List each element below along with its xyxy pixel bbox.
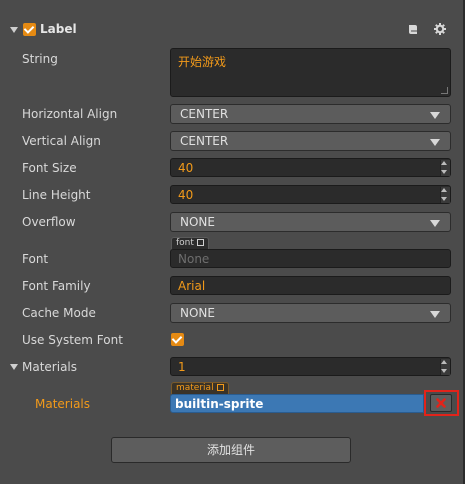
component-title: Label [40, 22, 77, 36]
font-family-input[interactable]: Arial [170, 276, 451, 295]
font-family-label: Font Family [22, 279, 91, 293]
font-size-stepper[interactable] [440, 160, 450, 176]
font-family-value: Arial [178, 279, 206, 293]
cache-mode-select[interactable]: NONE [170, 303, 451, 323]
resize-grip-icon[interactable] [441, 87, 448, 94]
string-value: 开始游戏 [178, 55, 227, 69]
vertical-align-select[interactable]: CENTER [170, 131, 451, 151]
material-asset-value: builtin-sprite [175, 397, 264, 411]
gear-icon[interactable] [434, 23, 446, 35]
font-asset-field[interactable]: None [170, 249, 451, 268]
font-size-value: 40 [178, 161, 194, 175]
materials-count-value: 1 [178, 360, 186, 374]
font-size-label: Font Size [22, 161, 77, 175]
materials-count-stepper[interactable] [440, 359, 450, 375]
font-tag-label: font [176, 238, 194, 248]
font-asset-tag[interactable]: font [171, 237, 209, 249]
overflow-label: Overflow [22, 215, 76, 229]
materials-collapse-arrow-icon[interactable] [10, 364, 18, 370]
material-item-label: Materials [35, 397, 91, 411]
material-asset-field[interactable]: builtin-sprite [170, 394, 424, 413]
book-icon[interactable] [408, 24, 418, 35]
use-system-font-label: Use System Font [22, 333, 123, 347]
material-asset-tag[interactable]: material [171, 382, 229, 394]
chevron-down-icon [430, 112, 440, 119]
collapse-arrow-icon[interactable] [10, 27, 18, 33]
use-system-font-checkbox[interactable] [171, 333, 184, 346]
external-link-icon [196, 239, 204, 246]
line-height-input[interactable]: 40 [170, 185, 451, 204]
cache-mode-label: Cache Mode [22, 306, 96, 320]
vertical-align-label: Vertical Align [22, 134, 101, 148]
line-height-value: 40 [178, 188, 194, 202]
line-height-label: Line Height [22, 188, 91, 202]
materials-count-input[interactable]: 1 [170, 357, 451, 376]
cache-mode-value: NONE [180, 306, 215, 320]
overflow-value: NONE [180, 215, 215, 229]
horizontal-align-label: Horizontal Align [22, 107, 118, 121]
material-tag-label: material [176, 383, 214, 393]
external-link-icon [216, 384, 224, 391]
overflow-select[interactable]: NONE [170, 212, 451, 232]
line-height-stepper[interactable] [440, 187, 450, 203]
inspector-panel: Label String 开始游戏 Horizontal Align CENTE… [0, 0, 465, 484]
materials-label: Materials [22, 360, 78, 374]
chevron-down-icon [430, 220, 440, 227]
font-asset-value: None [178, 252, 210, 266]
font-size-input[interactable]: 40 [170, 158, 451, 177]
component-enabled-checkbox[interactable] [23, 23, 36, 36]
remove-material-button[interactable] [430, 394, 452, 412]
close-icon [436, 398, 446, 408]
font-label: Font [22, 252, 49, 266]
horizontal-align-select[interactable]: CENTER [170, 104, 451, 124]
add-component-button[interactable]: 添加组件 [111, 437, 351, 463]
string-textarea[interactable]: 开始游戏 [170, 48, 451, 97]
chevron-down-icon [430, 311, 440, 318]
vertical-align-value: CENTER [180, 134, 229, 148]
string-label: String [22, 52, 58, 66]
chevron-down-icon [430, 139, 440, 146]
horizontal-align-value: CENTER [180, 107, 229, 121]
